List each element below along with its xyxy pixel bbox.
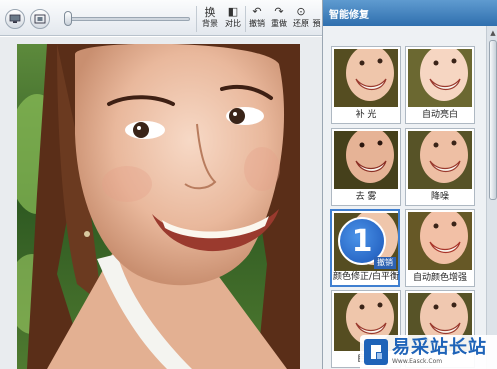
toolbar-divider — [196, 6, 197, 32]
panel-scrollbar[interactable]: ▲ — [486, 26, 497, 369]
compare-label: 对比 — [225, 19, 241, 28]
effect-label: 颜色修正/白平衡 — [332, 272, 400, 282]
watermark-text: 易采站长站 — [392, 337, 487, 358]
restore-icon: ⊙ — [296, 5, 306, 18]
portrait-photo — [17, 44, 300, 369]
effect-label: 降噪 — [430, 192, 449, 202]
monitor-view-button[interactable] — [5, 9, 25, 29]
smart-repair-panel: 智能修复 补 光 自动亮白 去 雾 降噪 1 撤销 颜色修正/白平衡 自动颜色增… — [322, 0, 497, 369]
effect-preview — [334, 49, 398, 107]
effect-list: 补 光 自动亮白 去 雾 降噪 1 撤销 颜色修正/白平衡 自动颜色增强 — [323, 26, 485, 369]
scrollbar-thumb[interactable] — [489, 40, 497, 200]
compare-button[interactable]: ◧ 对比 — [222, 4, 244, 34]
zoom-slider-thumb[interactable] — [64, 11, 72, 26]
fit-icon — [34, 14, 46, 24]
site-logo-icon — [364, 339, 388, 365]
background-label: 背景 — [202, 19, 218, 28]
redo-icon: ↷ — [274, 5, 284, 18]
redo-label: 重做 — [271, 19, 287, 28]
undo-tag-button[interactable]: 撤销 — [374, 257, 396, 269]
watermark-url: Www.Easck.Com — [392, 358, 443, 365]
background-button[interactable]: 换 背景 — [199, 4, 221, 34]
effect-thumb-fill-light[interactable]: 补 光 — [331, 46, 401, 124]
redo-button[interactable]: ↷ 重做 — [268, 4, 290, 34]
effect-thumb-auto-color-enhance[interactable]: 自动颜色增强 — [405, 209, 475, 287]
scroll-up-arrow-icon[interactable]: ▲ — [488, 28, 497, 38]
undo-icon: ↶ — [252, 5, 262, 18]
effect-label: 自动亮白 — [421, 110, 458, 120]
background-icon: 换 — [204, 5, 216, 19]
effect-preview — [408, 212, 472, 270]
restore-button[interactable]: ⊙ 还原 — [290, 4, 312, 34]
effect-thumb-color-correction[interactable]: 1 撤销 颜色修正/白平衡 — [330, 209, 400, 287]
undo-button[interactable]: ↶ 撤销 — [246, 4, 268, 34]
effect-thumb-auto-brighten[interactable]: 自动亮白 — [405, 46, 475, 124]
site-watermark: 易采站长站 Www.Easck.Com — [360, 335, 497, 369]
compare-icon: ◧ — [227, 5, 239, 18]
canvas-area[interactable] — [0, 37, 322, 369]
preview-button[interactable]: 預 — [311, 4, 322, 34]
monitor-icon — [9, 14, 21, 23]
effect-thumb-denoise[interactable]: 降噪 — [405, 128, 475, 206]
effect-preview — [408, 131, 472, 189]
effect-label: 去 雾 — [355, 192, 377, 202]
zoom-slider-track[interactable] — [68, 17, 190, 21]
toolbar: 换 背景 ◧ 对比 ↶ 撤销 ↷ 重做 ⊙ 还原 預 — [0, 0, 322, 36]
restore-label: 还原 — [293, 19, 309, 28]
preview-label: 預 — [312, 19, 321, 28]
effect-preview — [334, 131, 398, 189]
effect-preview — [408, 49, 472, 107]
panel-title: 智能修复 — [323, 0, 497, 26]
edited-photo[interactable] — [17, 44, 300, 369]
undo-label: 撤销 — [249, 19, 265, 28]
fit-view-button[interactable] — [30, 9, 50, 29]
effect-label: 自动颜色增强 — [412, 273, 467, 283]
effect-label: 补 光 — [355, 110, 377, 120]
effect-thumb-dehaze[interactable]: 去 雾 — [331, 128, 401, 206]
